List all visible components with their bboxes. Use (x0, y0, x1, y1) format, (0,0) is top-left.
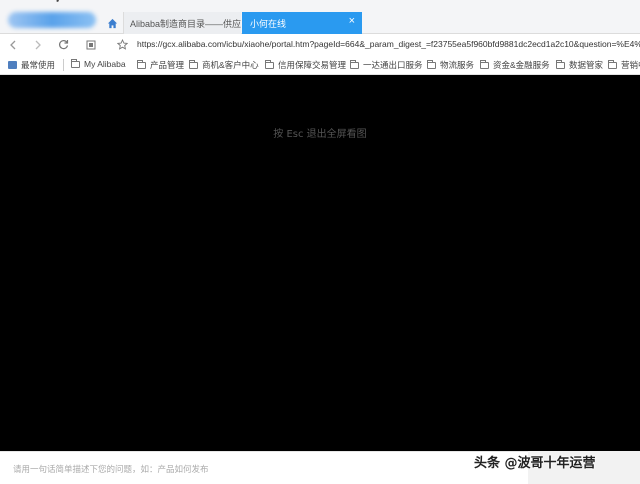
bookmark-label: My Alibaba (84, 59, 126, 69)
tab-strip: Alibaba制造商目录——供应商 小何在线 × (0, 0, 640, 34)
tab-label: 小何在线 (250, 18, 287, 29)
tab-label: Alibaba制造商目录——供应商 (130, 18, 241, 29)
bookmark-star-icon[interactable] (116, 38, 129, 51)
bookmark-logistics[interactable]: 物流服务 (427, 59, 474, 71)
esc-exit-hint: 按 Esc 退出全屏看图 (273, 129, 367, 140)
watermark: 头条 @波哥十年运营 (474, 456, 596, 471)
bookmark-data-manager[interactable]: 数据管家 (556, 59, 603, 71)
bookmark-most-used[interactable]: 最常使用 (8, 59, 55, 71)
bookmark-label: 物流服务 (440, 60, 475, 70)
url-field[interactable]: https://gcx.alibaba.com/icbu/xiaohe/port… (137, 39, 640, 49)
address-bar: https://gcx.alibaba.com/icbu/xiaohe/port… (0, 34, 640, 55)
bookmark-label: 资金&金融服务 (493, 60, 550, 70)
folder-icon (556, 59, 565, 69)
tab-xiaohe-online[interactable]: 小何在线 × (242, 12, 362, 34)
bookmark-finance[interactable]: 资金&金融服务 (480, 59, 550, 71)
folder-icon (480, 59, 489, 69)
bookmark-label: 数据管家 (569, 60, 604, 70)
fullscreen-image-overlay[interactable]: 按 Esc 退出全屏看图 (0, 76, 640, 451)
folder-icon (350, 59, 359, 69)
divider (63, 59, 64, 71)
bookmark-label: 一达通出口服务 (363, 60, 423, 70)
bookmark-label: 信用保障交易管理 (278, 60, 347, 70)
folder-icon (427, 59, 436, 69)
bookmark-my-alibaba[interactable]: My Alibaba (71, 58, 126, 69)
refresh-icon[interactable] (57, 38, 70, 51)
blurred-username (8, 12, 96, 28)
home-tab[interactable] (102, 12, 122, 34)
back-icon[interactable] (6, 38, 19, 51)
folder-icon (71, 58, 80, 68)
bookmark-label: 产品管理 (150, 60, 185, 70)
bookmark-opportunity-center[interactable]: 商机&客户中心 (189, 59, 259, 71)
page-icon[interactable] (84, 38, 97, 51)
bookmark-marketing[interactable]: 营销中 (608, 59, 640, 71)
tab-alibaba-directory[interactable]: Alibaba制造商目录——供应商 (123, 12, 241, 34)
bookmark-trade-assurance[interactable]: 信用保障交易管理 (265, 59, 346, 71)
bookmark-export-service[interactable]: 一达通出口服务 (350, 59, 423, 71)
bookmark-label: 营销中 (621, 60, 640, 70)
folder-icon (137, 59, 146, 69)
bookmark-label: 商机&客户中心 (202, 60, 259, 70)
bookmark-product-mgmt[interactable]: 产品管理 (137, 59, 184, 71)
folder-icon (189, 59, 198, 69)
question-input[interactable]: 请用一句话简单描述下您的问题，如：产品如何发布 (0, 451, 528, 484)
folder-icon (608, 59, 617, 69)
bookmark-label: 最常使用 (21, 60, 56, 70)
home-icon (107, 18, 117, 28)
profile-avatar[interactable] (0, 0, 100, 34)
close-icon[interactable]: × (349, 15, 355, 27)
bookmarks-bar: 最常使用 My Alibaba 产品管理 商机&客户中心 信用保障交易管理 一达… (0, 55, 640, 75)
bookmark-folder-icon (8, 61, 17, 69)
folder-icon (265, 59, 274, 69)
question-placeholder: 请用一句话简单描述下您的问题，如：产品如何发布 (13, 464, 209, 474)
forward-icon[interactable] (31, 38, 44, 51)
